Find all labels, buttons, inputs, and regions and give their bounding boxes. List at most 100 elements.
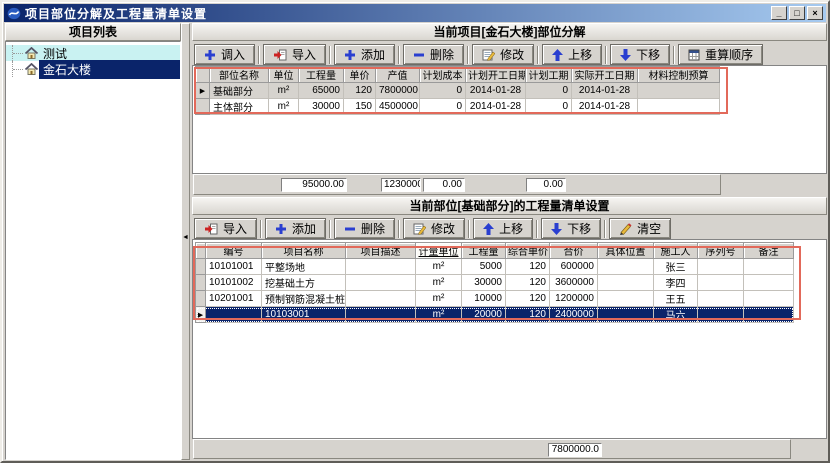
table-cell[interactable]	[346, 259, 416, 275]
table-cell[interactable]: m²	[416, 307, 462, 323]
table-cell[interactable]: 600000	[550, 259, 598, 275]
table-cell[interactable]	[598, 291, 654, 307]
table-cell[interactable]: 120	[506, 307, 550, 323]
table-cell[interactable]: 1200000	[550, 291, 598, 307]
table-row[interactable]: ▶基础部分m²65000120780000002014-01-2802014-0…	[196, 83, 720, 99]
table-cell[interactable]	[638, 83, 720, 99]
clear-button[interactable]: 清空	[609, 218, 671, 239]
add-button[interactable]: 添加	[265, 218, 326, 239]
table-cell[interactable]	[744, 291, 794, 307]
column-header[interactable]: 工程量	[299, 67, 344, 83]
table-row[interactable]: 主体部分m²30000150450000002014-01-2802014-01…	[196, 99, 720, 115]
table-cell[interactable]: 30000	[299, 99, 344, 115]
table-cell[interactable]: 120	[506, 291, 550, 307]
table-row[interactable]: 10101001平整场地m²5000120600000张三	[196, 259, 794, 275]
column-header[interactable]: 编号	[206, 243, 262, 259]
table-cell[interactable]: 10101001	[206, 259, 262, 275]
table-cell[interactable]: 2014-01-28	[572, 83, 638, 99]
load-button[interactable]: 调入	[194, 44, 255, 65]
table-cell[interactable]	[698, 307, 744, 323]
import-button[interactable]: 导入	[194, 218, 257, 239]
move-up-button[interactable]: 上移	[542, 44, 602, 65]
boq-grid-area[interactable]: 编号项目名称项目描述计量单位工程量综合单价合价具体位置施工人序列号备注 10101…	[192, 239, 827, 439]
table-cell[interactable]	[598, 307, 654, 323]
column-header[interactable]: 单价	[344, 67, 376, 83]
table-cell[interactable]: 张三	[654, 259, 698, 275]
column-header[interactable]: 工程量	[462, 243, 506, 259]
table-cell[interactable]: 10000	[462, 291, 506, 307]
column-header[interactable]: 备注	[744, 243, 794, 259]
table-cell[interactable]: 2014-01-28	[466, 99, 526, 115]
table-cell[interactable]: m²	[416, 275, 462, 291]
modify-button[interactable]: 修改	[472, 44, 534, 65]
table-cell[interactable]: 0	[526, 99, 572, 115]
delete-button[interactable]: 删除	[403, 44, 464, 65]
table-cell[interactable]: 基础部分	[210, 83, 269, 99]
table-cell[interactable]	[346, 275, 416, 291]
table-cell[interactable]: m²	[416, 291, 462, 307]
table-cell[interactable]: 30000	[462, 275, 506, 291]
collapse-arrow-icon[interactable]: ◄	[182, 230, 189, 246]
table-cell[interactable]	[744, 275, 794, 291]
table-cell[interactable]	[638, 99, 720, 115]
column-header[interactable]: 计量单位	[416, 243, 462, 259]
table-cell[interactable]: 0	[526, 83, 572, 99]
table-cell[interactable]: 120	[506, 275, 550, 291]
table-cell[interactable]	[346, 291, 416, 307]
project-tree[interactable]: 测试金石大楼	[5, 41, 181, 460]
table-cell[interactable]: 2014-01-28	[466, 83, 526, 99]
column-header[interactable]: 计划开工日期	[466, 67, 526, 83]
table-cell[interactable]: 王五	[654, 291, 698, 307]
table-cell[interactable]	[598, 275, 654, 291]
table-cell[interactable]: 65000	[299, 83, 344, 99]
table-cell[interactable]: 3600000	[550, 275, 598, 291]
table-cell[interactable]: m²	[416, 259, 462, 275]
table-cell[interactable]	[698, 291, 744, 307]
table-cell[interactable]	[346, 307, 416, 323]
column-header[interactable]: 具体位置	[598, 243, 654, 259]
table-cell[interactable]	[698, 259, 744, 275]
column-header[interactable]: 材料控制预算	[638, 67, 720, 83]
table-cell[interactable]	[598, 259, 654, 275]
table-cell[interactable]: 预制钢筋混凝土桩	[262, 291, 346, 307]
column-header[interactable]: 项目描述	[346, 243, 416, 259]
table-cell[interactable]: 10201001	[206, 291, 262, 307]
parts-grid-area[interactable]: 部位名称单位工程量单价产值计划成本计划开工日期计划工期实际开工日期材料控制预算▶…	[192, 65, 827, 174]
move-up-button[interactable]: 上移	[473, 218, 533, 239]
add-button[interactable]: 添加	[334, 44, 395, 65]
table-cell[interactable]: 2014-01-28	[572, 99, 638, 115]
column-header[interactable]: 计划工期	[526, 67, 572, 83]
table-cell[interactable]: m²	[269, 83, 299, 99]
move-down-button[interactable]: 下移	[610, 44, 670, 65]
table-cell[interactable]	[744, 259, 794, 275]
import-button[interactable]: 导入	[263, 44, 326, 65]
close-button[interactable]: ×	[807, 6, 823, 20]
table-cell[interactable]: 马六	[654, 307, 698, 323]
maximize-button[interactable]: □	[789, 6, 805, 20]
column-header[interactable]: 施工人	[654, 243, 698, 259]
column-header[interactable]: 实际开工日期	[572, 67, 638, 83]
move-down-button[interactable]: 下移	[541, 218, 601, 239]
column-header[interactable]: 计划成本	[420, 67, 466, 83]
table-cell[interactable]: 0	[420, 99, 466, 115]
table-cell[interactable]: 4500000	[376, 99, 420, 115]
table-cell[interactable]: 10101002	[206, 275, 262, 291]
table-cell[interactable]	[744, 307, 794, 323]
table-cell[interactable]: 10103001	[262, 307, 346, 323]
table-cell[interactable]: 5000	[462, 259, 506, 275]
table-cell[interactable]: 0	[420, 83, 466, 99]
table-cell[interactable]	[206, 307, 262, 323]
column-header[interactable]: 项目名称	[262, 243, 346, 259]
table-row[interactable]: 10201001预制钢筋混凝土桩 m²100001201200000 王五	[196, 291, 794, 307]
table-row[interactable]: 10101002挖基础土方m²300001203600000李四	[196, 275, 794, 291]
column-header[interactable]: 序列号	[698, 243, 744, 259]
table-cell[interactable]: 挖基础土方	[262, 275, 346, 291]
column-header[interactable]: 产值	[376, 67, 420, 83]
table-cell[interactable]	[698, 275, 744, 291]
titlebar[interactable]: 项目部位分解及工程量清单设置 _ □ ×	[4, 4, 826, 22]
table-row[interactable]: ▶10103001m²200001202400000马六	[196, 307, 794, 323]
column-header[interactable]: 综合单价	[506, 243, 550, 259]
column-header[interactable]: 合价	[550, 243, 598, 259]
table-cell[interactable]: 平整场地	[262, 259, 346, 275]
column-header[interactable]: 部位名称	[210, 67, 269, 83]
